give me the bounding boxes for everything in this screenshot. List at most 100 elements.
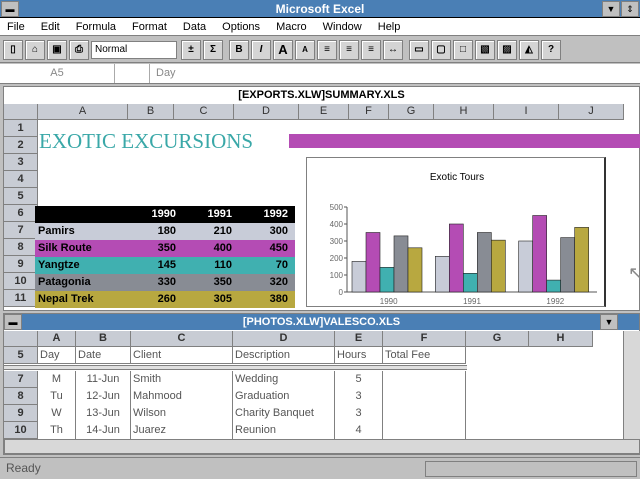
open-file-icon[interactable]: ⌂ <box>25 39 45 60</box>
tour-value[interactable]: 350 <box>181 274 237 291</box>
tour-value[interactable]: 350 <box>125 240 181 257</box>
column-header[interactable]: G <box>389 104 434 120</box>
column-header[interactable]: B <box>128 104 174 120</box>
tour-value[interactable]: 300 <box>237 223 293 240</box>
row-header[interactable]: 7 <box>4 371 38 388</box>
tour-value[interactable]: 180 <box>125 223 181 240</box>
menu-edit[interactable]: Edit <box>34 18 69 35</box>
cell[interactable]: 4 <box>335 422 383 439</box>
column-label[interactable]: Client <box>131 347 233 364</box>
cell[interactable]: 14-Jun <box>76 422 131 439</box>
cell[interactable] <box>383 371 466 388</box>
row-header[interactable]: 4 <box>4 171 38 188</box>
formula-input[interactable]: Day <box>156 64 176 83</box>
row-header[interactable]: 11 <box>4 290 38 307</box>
column-header[interactable]: J <box>559 104 624 120</box>
minimize-button[interactable]: ▼ <box>602 1 620 17</box>
bar-yangtze[interactable] <box>379 267 395 293</box>
column-label[interactable]: Date <box>76 347 131 364</box>
autosum-plus-icon[interactable]: ± <box>181 39 201 60</box>
bar-nepal-trek[interactable] <box>491 239 506 293</box>
style-select[interactable]: Normal <box>91 40 177 59</box>
bar-yangtze[interactable] <box>463 273 478 293</box>
tour-name[interactable]: Silk Route <box>38 240 92 257</box>
bar-pamirs[interactable] <box>518 240 533 293</box>
column-header[interactable]: B <box>76 331 131 347</box>
bar-yangtze[interactable] <box>546 279 561 293</box>
tour-value[interactable]: 330 <box>125 274 181 291</box>
column-header[interactable]: G <box>466 331 529 347</box>
column-header[interactable]: A <box>38 104 128 120</box>
border-outline-icon[interactable]: ▭ <box>409 39 429 60</box>
tour-name[interactable]: Yangtze <box>38 257 80 274</box>
decrease-font-button[interactable]: A <box>295 39 315 60</box>
system-menu-icon[interactable]: ▬ <box>1 1 19 17</box>
cell[interactable]: 5 <box>335 371 383 388</box>
sum-button[interactable]: Σ <box>203 39 223 60</box>
row-header[interactable]: 8 <box>4 388 38 405</box>
bar-nepal-trek[interactable] <box>407 247 423 293</box>
row-header[interactable]: 5 <box>4 347 38 364</box>
row-header[interactable]: 10 <box>4 273 38 290</box>
print-icon[interactable]: ⎙ <box>69 39 89 60</box>
column-header[interactable]: D <box>233 331 335 347</box>
cell[interactable]: Mahmood <box>131 388 233 405</box>
column-header[interactable]: H <box>529 331 593 347</box>
column-label[interactable]: Hours <box>335 347 383 364</box>
restore-button[interactable]: ⇕ <box>621 1 639 17</box>
column-header[interactable]: E <box>335 331 383 347</box>
chart-wizard-icon[interactable]: ◭ <box>519 39 539 60</box>
tour-value[interactable]: 110 <box>181 257 237 274</box>
bar-pamirs[interactable] <box>351 261 367 293</box>
cell[interactable]: 3 <box>335 388 383 405</box>
tour-value[interactable]: 450 <box>237 240 293 257</box>
paste-picture-icon[interactable]: ▨ <box>497 39 517 60</box>
menu-options[interactable]: Options <box>215 18 269 35</box>
cell[interactable] <box>383 388 466 405</box>
column-header[interactable]: F <box>383 331 466 347</box>
column-label[interactable]: Description <box>233 347 335 364</box>
cell[interactable]: Th <box>38 422 76 439</box>
row-header[interactable]: 2 <box>4 137 38 154</box>
row-header[interactable]: 9 <box>4 405 38 422</box>
cell[interactable]: M <box>38 371 76 388</box>
border-bottom-icon[interactable]: ▢ <box>431 39 451 60</box>
cell[interactable] <box>383 422 466 439</box>
cell[interactable]: Wedding <box>233 371 335 388</box>
cell[interactable]: Graduation <box>233 388 335 405</box>
menu-formula[interactable]: Formula <box>69 18 125 35</box>
menu-file[interactable]: File <box>0 18 34 35</box>
cell[interactable]: 13-Jun <box>76 405 131 422</box>
new-file-icon[interactable]: ▯ <box>3 39 23 60</box>
align-left-icon[interactable]: ≡ <box>317 39 337 60</box>
bold-button[interactable]: B <box>229 39 249 60</box>
row-header[interactable]: 8 <box>4 239 38 256</box>
bar-nepal-trek[interactable] <box>574 227 589 293</box>
tour-value[interactable]: 145 <box>125 257 181 274</box>
tour-value[interactable]: 400 <box>181 240 237 257</box>
cell[interactable]: Smith <box>131 371 233 388</box>
vertical-scrollbar[interactable] <box>623 331 640 439</box>
increase-font-button[interactable]: A <box>273 39 293 60</box>
bar-silk-route[interactable] <box>532 215 547 293</box>
row-header[interactable]: 5 <box>4 188 38 205</box>
column-header[interactable]: E <box>299 104 349 120</box>
column-header[interactable]: C <box>131 331 233 347</box>
tour-value[interactable]: 70 <box>237 257 293 274</box>
cell[interactable]: W <box>38 405 76 422</box>
bar-silk-route[interactable] <box>449 223 464 293</box>
horizontal-scrollbar[interactable] <box>4 439 640 454</box>
bar-patagonia[interactable] <box>477 232 492 293</box>
row-header[interactable]: 6 <box>4 205 38 222</box>
cell[interactable]: Juarez <box>131 422 233 439</box>
italic-button[interactable]: I <box>251 39 271 60</box>
tour-value[interactable]: 320 <box>237 274 293 291</box>
row-header[interactable]: 10 <box>4 422 38 439</box>
cell[interactable]: 12-Jun <box>76 388 131 405</box>
column-header[interactable]: F <box>349 104 389 120</box>
menu-macro[interactable]: Macro <box>269 18 316 35</box>
tour-value[interactable]: 305 <box>181 291 237 308</box>
menu-help[interactable]: Help <box>371 18 410 35</box>
column-header[interactable]: H <box>434 104 494 120</box>
cell[interactable]: 3 <box>335 405 383 422</box>
